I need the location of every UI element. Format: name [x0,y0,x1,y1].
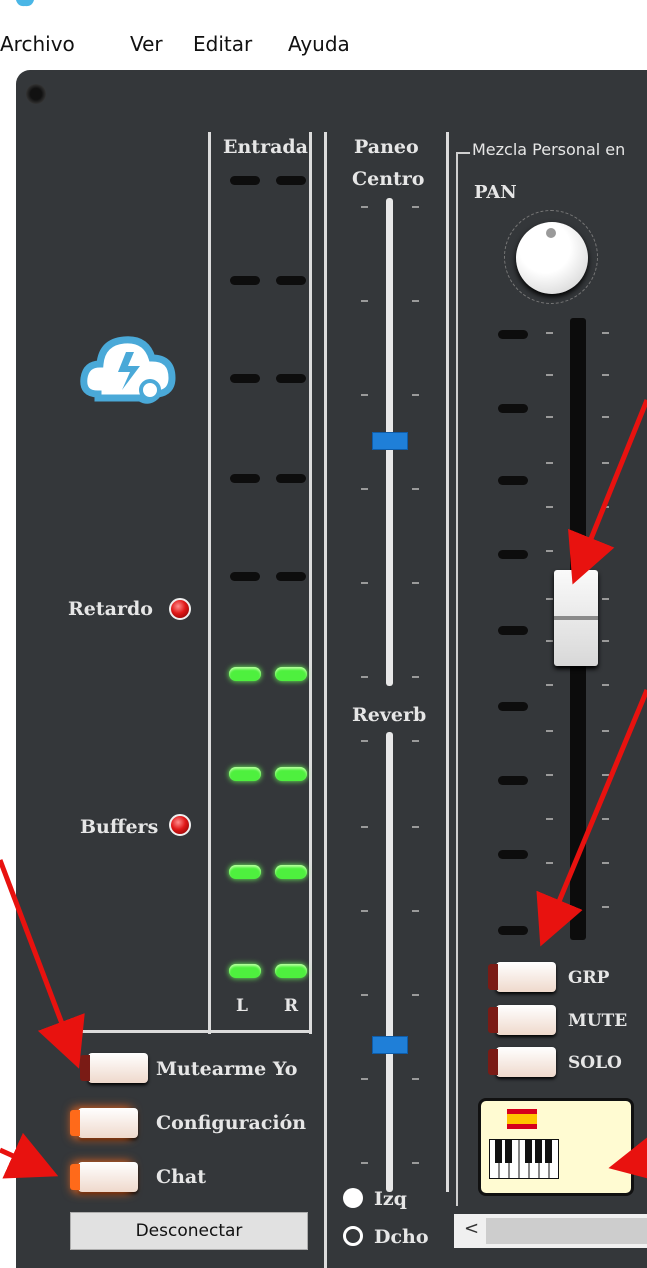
fader-level-led [498,626,528,635]
meter-led-r-on [275,667,307,681]
instrument-card[interactable] [478,1098,634,1196]
input-meter-title: Entrada [223,136,308,158]
meter-led-r [276,374,306,383]
reverb-right-label: Dcho [374,1226,429,1248]
meter-led-l-on [229,767,261,781]
meter-led-l [230,374,260,383]
meter-led-r [276,572,306,581]
meter-led-r-on [275,865,307,879]
mute-toggle[interactable] [488,1005,556,1035]
reverb-title: Reverb [352,704,427,726]
pan-slider-thumb[interactable] [372,432,408,450]
fader-level-led [498,926,528,935]
cloud-logo-icon [80,336,176,404]
mixer-panel: Retardo Buffers Entrada L R Mutearme Yo … [16,70,647,1268]
keyboard-icon [489,1139,559,1179]
fader-level-led [498,702,528,711]
mix-group-title: Mezcla Personal en [472,140,626,159]
menu-editar[interactable]: Editar [193,32,252,56]
pan-knob[interactable] [516,222,588,294]
scroll-left-arrow[interactable]: < [464,1218,479,1239]
delay-led [169,598,191,620]
menu-ayuda[interactable]: Ayuda [288,32,350,56]
app-icon [16,0,34,7]
mute-self-label: Mutearme Yo [156,1058,298,1080]
scrollbar-thumb[interactable] [486,1218,647,1244]
settings-toggle[interactable] [70,1108,138,1138]
solo-label: SOLO [568,1053,622,1073]
meter-led-l [230,474,260,483]
disconnect-button[interactable]: Desconectar [70,1212,308,1250]
chat-toggle[interactable] [70,1162,138,1192]
fader-level-led [498,550,528,559]
mute-label: MUTE [568,1011,628,1031]
meter-led-l-on [229,667,261,681]
fader-level-led [498,850,528,859]
horizontal-scrollbar[interactable]: < [454,1214,647,1248]
fader-level-led [498,404,528,413]
pan-knob-label: PAN [474,182,517,203]
meter-led-l-on [229,865,261,879]
meter-led-r-on [275,964,307,978]
settings-label: Configuración [156,1112,307,1134]
pan-divider-right [446,132,449,1192]
pan-title: Paneo [354,136,419,158]
meter-led-r [276,176,306,185]
meter-divider-right [309,132,312,1034]
reverb-slider-thumb[interactable] [372,1036,408,1054]
meter-led-l [230,276,260,285]
mute-self-toggle[interactable] [80,1053,148,1083]
meter-right-label: R [284,996,299,1016]
grp-label: GRP [568,968,610,988]
meter-led-l [230,572,260,581]
buffers-label: Buffers [80,816,159,838]
reverb-slider-track[interactable] [386,732,393,1192]
grp-toggle[interactable] [488,962,556,992]
meter-led-r [276,276,306,285]
meter-left-label: L [236,996,248,1016]
pan-value: Centro [352,168,425,190]
reverb-left-radio[interactable] [343,1188,363,1208]
pan-divider-left [324,132,327,1268]
reverb-left-label: Izq [374,1188,407,1210]
meter-led-l-on [229,964,261,978]
menu-archivo[interactable]: Archivo [0,32,75,56]
meter-led-l [230,176,260,185]
menu-ver[interactable]: Ver [130,32,163,56]
fader-level-led [498,476,528,485]
mix-group-border [456,152,458,1206]
reverb-right-radio[interactable] [343,1226,363,1246]
fader-level-led [498,330,528,339]
fader-level-led [498,776,528,785]
buffers-led [169,814,191,836]
meter-led-r-on [275,767,307,781]
menu-bar: Archivo Ver Editar Ayuda [0,0,647,68]
spain-flag-icon [507,1109,537,1129]
meter-led-r [276,474,306,483]
solo-toggle[interactable] [488,1047,556,1077]
section-separator [74,1030,312,1033]
chat-label: Chat [156,1166,207,1188]
screw-icon [26,84,46,104]
delay-label: Retardo [68,598,153,620]
fader-handle[interactable] [554,570,598,666]
meter-divider-left [208,132,211,1034]
